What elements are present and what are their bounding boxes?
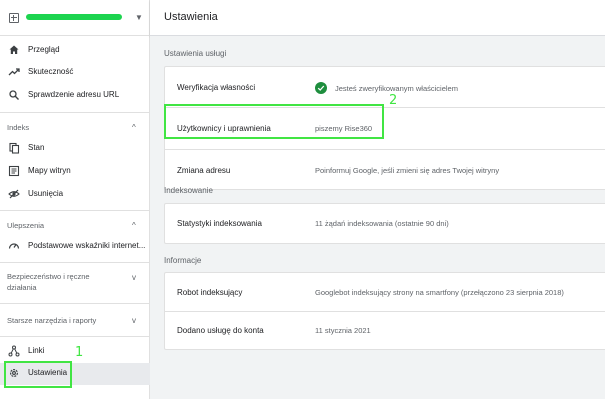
divider [0, 303, 150, 304]
sidebar-item-sitemaps[interactable]: Mapy witryn [0, 161, 150, 183]
settings-row-added-to-account: Dodano usługę do konta 11 stycznia 2021 [165, 312, 605, 350]
divider [0, 262, 150, 263]
sidebar-item-overview[interactable]: Przegląd [0, 40, 150, 62]
home-icon [8, 44, 20, 56]
page-header: Ustawienia [150, 0, 605, 36]
row-key: Weryfikacja własności [177, 83, 256, 92]
row-key: Zmiana adresu [177, 166, 231, 175]
section-index-header[interactable]: Indeks ^ [0, 122, 150, 134]
highlight-box-settings [4, 361, 72, 388]
main-content: Ustawienia usługi Weryfikacja własności … [150, 36, 605, 399]
chevron-down-icon[interactable]: ▼ [135, 13, 143, 22]
property-selector[interactable]: ▼ [0, 0, 150, 36]
visibility-off-icon [8, 188, 20, 200]
sidebar-item-performance[interactable]: Skuteczność [0, 62, 150, 84]
speed-gauge-icon [8, 240, 20, 252]
sidebar-item-label: Skuteczność [28, 67, 74, 76]
row-key: Statystyki indeksowania [177, 219, 262, 228]
section-title: Bezpieczeństwo i ręczne działania [7, 272, 90, 292]
file-copy-icon [8, 142, 20, 154]
sidebar-item-removals[interactable]: Usunięcia [0, 184, 150, 206]
check-circle-icon [315, 82, 327, 94]
settings-row-change-address[interactable]: Zmiana adresu Poinformuj Google, jeśli z… [165, 150, 605, 190]
section-enhancements-header[interactable]: Ulepszenia ^ [0, 220, 150, 232]
trending-up-icon [8, 66, 20, 78]
row-value: 11 stycznia 2021 [315, 326, 371, 335]
row-value: 11 żądań indeksowania (ostatnie 90 dni) [315, 219, 449, 228]
sidebar-item-label: Sprawdzenie adresu URL [28, 90, 120, 99]
row-value: Googlebot indeksujący strony na smartfon… [315, 288, 564, 297]
page-title: Ustawienia [164, 11, 218, 23]
section-label-indexing: Indeksowanie [164, 186, 213, 195]
sidebar-item-label: Przegląd [28, 45, 60, 54]
sidebar-item-core-web-vitals[interactable]: Podstawowe wskaźniki internet... [0, 236, 150, 258]
row-key: Robot indeksujący [177, 288, 243, 297]
sidebar-item-label: Stan [28, 143, 45, 152]
divider [0, 210, 150, 211]
chevron-up-icon[interactable]: ^ [132, 221, 136, 230]
settings-row-ownership[interactable]: Weryfikacja własności Jesteś zweryfikowa… [165, 67, 605, 107]
redacted-property-name [26, 14, 122, 20]
row-key: Dodano usługę do konta [177, 326, 264, 335]
sitemap-icon [8, 165, 20, 177]
chevron-up-icon[interactable]: ^ [132, 123, 136, 132]
row-value: Poinformuj Google, jeśli zmieni się adre… [315, 166, 500, 175]
settings-row-crawl-stats[interactable]: Statystyki indeksowania 11 żądań indekso… [165, 204, 605, 244]
settings-row-crawler: Robot indeksujący Googlebot indeksujący … [165, 273, 605, 311]
sidebar-item-label: Mapy witryn [28, 166, 71, 175]
sidebar-item-label: Usunięcia [28, 189, 64, 198]
annotation-number-1: 1 [75, 345, 84, 360]
sidebar: ▼ Przegląd Skuteczność Sprawdzenie adres… [0, 0, 150, 399]
section-title: Starsze narzędzia i raporty [7, 316, 97, 325]
section-security-header[interactable]: Bezpieczeństwo i ręczne działania v [0, 271, 150, 295]
section-title: Indeks [7, 123, 30, 132]
search-icon [8, 89, 20, 101]
information-card: Robot indeksujący Googlebot indeksujący … [164, 272, 605, 350]
highlight-box-users-permissions [164, 104, 384, 139]
sidebar-item-label: Podstawowe wskaźniki internet... [28, 241, 146, 250]
chevron-down-icon[interactable]: v [132, 316, 136, 325]
section-legacy-tools-header[interactable]: Starsze narzędzia i raporty v [0, 315, 150, 327]
links-network-icon [8, 345, 20, 357]
sidebar-item-label: Linki [28, 346, 45, 355]
divider [0, 112, 150, 113]
indexing-card: Statystyki indeksowania 11 żądań indekso… [164, 203, 605, 244]
property-icon [9, 13, 19, 23]
sidebar-item-url-inspection[interactable]: Sprawdzenie adresu URL [0, 85, 150, 107]
chevron-down-icon[interactable]: v [132, 273, 136, 282]
section-label-service-settings: Ustawienia usługi [164, 49, 227, 58]
section-title: Ulepszenia [7, 221, 45, 230]
divider [0, 336, 150, 337]
annotation-number-2: 2 [389, 93, 398, 108]
section-label-information: Informacje [164, 256, 202, 265]
row-value: Jesteś zweryfikowanym właścicielem [335, 84, 458, 93]
sidebar-item-coverage[interactable]: Stan [0, 138, 150, 160]
